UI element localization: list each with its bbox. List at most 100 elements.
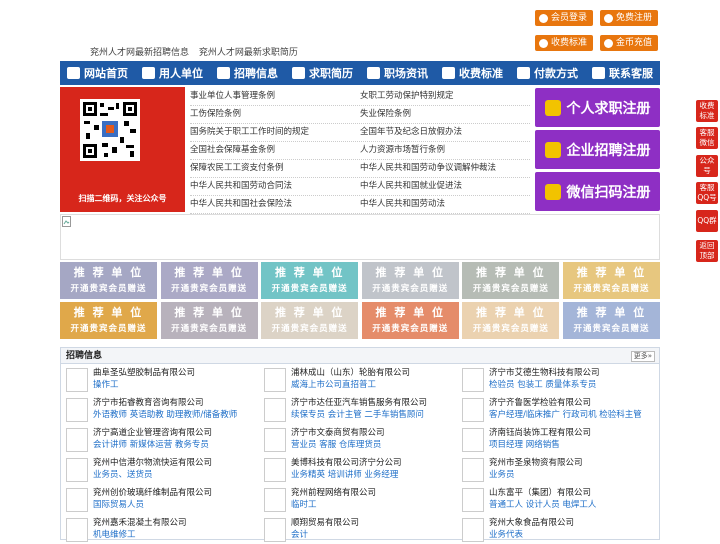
job-positions[interactable]: 业务员 (489, 469, 583, 481)
recommend-cell[interactable]: 推 荐 单 位开通贵宾会员赠送 (160, 302, 258, 339)
recommend-cell[interactable]: 推 荐 单 位开通贵宾会员赠送 (261, 302, 359, 339)
recharge-button[interactable]: 金币充值 (600, 35, 659, 51)
job-positions[interactable]: 营业员 客服 仓库理货员 (291, 439, 385, 451)
fees-button[interactable]: 收费标准 (535, 35, 594, 51)
job-positions[interactable]: 业务代表 (489, 529, 574, 541)
job-positions[interactable]: 续保专员 会计主管 二手车销售顾问 (291, 409, 427, 421)
recommend-cell[interactable]: 推 荐 单 位开通贵宾会员赠送 (361, 262, 459, 299)
company-name[interactable]: 济宁市拓睿教育咨询有限公司 (93, 397, 237, 409)
job-positions[interactable]: 检验员 包装工 质量体系专员 (489, 379, 600, 391)
company-logo[interactable] (264, 368, 286, 392)
law-link[interactable]: 人力资源市场暂行条例 (360, 142, 530, 159)
company-name[interactable]: 兖州市圣泉物资有限公司 (489, 457, 583, 469)
nav-item-7[interactable]: 联系客服 (585, 61, 660, 85)
recommend-cell[interactable]: 推 荐 单 位开通贵宾会员赠送 (562, 302, 660, 339)
company-logo[interactable] (462, 428, 484, 452)
company-logo[interactable] (462, 458, 484, 482)
law-link[interactable]: 女职工劳动保护特别规定 (360, 88, 530, 105)
law-link[interactable]: 中华人民共和国劳动合同法 (190, 178, 360, 195)
nav-item-6[interactable]: 付款方式 (510, 61, 585, 85)
company-logo[interactable] (462, 398, 484, 422)
company-name[interactable]: 济宁高道企业管理咨询有限公司 (93, 427, 212, 439)
law-link[interactable]: 工伤保险条例 (190, 106, 360, 123)
job-positions[interactable]: 威海上市公司直招普工 (291, 379, 410, 391)
company-name[interactable]: 济宁市艾德生物科技有限公司 (489, 367, 600, 379)
company-logo[interactable] (264, 428, 286, 452)
company-logo[interactable] (66, 428, 88, 452)
recommend-cell[interactable]: 推 荐 单 位开通贵宾会员赠送 (261, 262, 359, 299)
company-logo[interactable] (264, 488, 286, 512)
personal-register-button[interactable]: 个人求职注册 (535, 88, 660, 127)
job-positions[interactable]: 机电维修工 (93, 529, 187, 541)
job-positions[interactable]: 外语教师 英语助教 助理教师/储备教师 (93, 409, 237, 421)
company-name[interactable]: 美博科技有限公司济宁分公司 (291, 457, 402, 469)
company-name[interactable]: 济宁市达任亚汽车销售服务有限公司 (291, 397, 427, 409)
law-link[interactable]: 国务院关于职工工作时间的规定 (190, 124, 360, 141)
latest-resumes-link[interactable]: 兖州人才网最新求职简历 (199, 48, 298, 58)
recommend-cell[interactable]: 推 荐 单 位开通贵宾会员赠送 (160, 262, 258, 299)
job-positions[interactable]: 普通工人 设计人员 电焊工人 (489, 499, 596, 511)
law-link[interactable]: 中华人民共和国劳动争议调解仲裁法 (360, 160, 530, 177)
more-link[interactable]: 更多» (630, 351, 655, 362)
side-button-3[interactable]: 客服QQ号 (696, 182, 718, 204)
job-positions[interactable]: 国际贸易人员 (93, 499, 212, 511)
recommend-cell[interactable]: 推 荐 单 位开通贵宾会员赠送 (462, 302, 560, 339)
company-logo[interactable] (462, 368, 484, 392)
recommend-cell[interactable]: 推 荐 单 位开通贵宾会员赠送 (60, 262, 157, 299)
register-button[interactable]: 免费注册 (600, 10, 659, 26)
company-name[interactable]: 曲阜圣弘塑胶制品有限公司 (93, 367, 195, 379)
law-link[interactable]: 中华人民共和国劳动法 (360, 196, 530, 213)
job-positions[interactable]: 操作工 (93, 379, 195, 391)
company-name[interactable]: 济南钰尚装饰工程有限公司 (489, 427, 591, 439)
nav-item-4[interactable]: 职场资讯 (360, 61, 435, 85)
company-logo[interactable] (66, 398, 88, 422)
law-link[interactable]: 中华人民共和国就业促进法 (360, 178, 530, 195)
company-name[interactable]: 济宁齐鲁医学检验有限公司 (489, 397, 642, 409)
law-link[interactable]: 中华人民共和国社会保险法 (190, 196, 360, 213)
company-register-button[interactable]: 企业招聘注册 (535, 130, 660, 169)
job-positions[interactable]: 客户经理/临床推广 行政司机 检验科主管 (489, 409, 642, 421)
nav-item-3[interactable]: 求职简历 (285, 61, 360, 85)
company-logo[interactable] (66, 488, 88, 512)
company-logo[interactable] (462, 488, 484, 512)
company-name[interactable]: 兖州创价玻璃纤维制品有限公司 (93, 487, 212, 499)
company-name[interactable]: 浦林成山（山东）轮胎有限公司 (291, 367, 410, 379)
banner-image[interactable] (60, 214, 660, 260)
job-positions[interactable]: 业务精英 培训讲师 业务经理 (291, 469, 402, 481)
side-button-0[interactable]: 收费标准 (696, 100, 718, 122)
company-name[interactable]: 兖州大象食品有限公司 (489, 517, 574, 529)
nav-item-2[interactable]: 招聘信息 (210, 61, 285, 85)
law-link[interactable]: 全国社会保障基金条例 (190, 142, 360, 159)
company-logo[interactable] (66, 368, 88, 392)
company-name[interactable]: 兖州前程网络有限公司 (291, 487, 376, 499)
nav-item-5[interactable]: 收费标准 (435, 61, 510, 85)
company-logo[interactable] (66, 518, 88, 542)
recommend-cell[interactable]: 推 荐 单 位开通贵宾会员赠送 (562, 262, 660, 299)
job-positions[interactable]: 业务员、送货员 (93, 469, 212, 481)
side-button-1[interactable]: 客服微信 (696, 127, 718, 149)
recommend-cell[interactable]: 推 荐 单 位开通贵宾会员赠送 (361, 302, 459, 339)
company-logo[interactable] (264, 518, 286, 542)
wechat-register-button[interactable]: 微信扫码注册 (535, 172, 660, 211)
nav-item-1[interactable]: 用人单位 (135, 61, 210, 85)
company-logo[interactable] (66, 458, 88, 482)
company-logo[interactable] (462, 518, 484, 542)
login-button[interactable]: 会员登录 (535, 10, 594, 26)
company-name[interactable]: 济宁市文泰商贸有限公司 (291, 427, 385, 439)
side-button-2[interactable]: 公众号 (696, 155, 718, 177)
company-name[interactable]: 兖州嘉禾混凝土有限公司 (93, 517, 187, 529)
latest-jobs-link[interactable]: 兖州人才网最新招聘信息 (90, 48, 189, 58)
recommend-cell[interactable]: 推 荐 单 位开通贵宾会员赠送 (462, 262, 560, 299)
company-name[interactable]: 兖州中信港尔物流快运有限公司 (93, 457, 212, 469)
law-link[interactable]: 全国年节及纪念日放假办法 (360, 124, 530, 141)
job-positions[interactable]: 会计讲师 新媒体运营 教务专员 (93, 439, 212, 451)
nav-item-0[interactable]: 网站首页 (60, 61, 135, 85)
job-positions[interactable]: 临时工 (291, 499, 376, 511)
company-name[interactable]: 山东富平（集团）有限公司 (489, 487, 596, 499)
law-link[interactable]: 失业保险条例 (360, 106, 530, 123)
law-link[interactable]: 保障农民工工资支付条例 (190, 160, 360, 177)
side-button-5[interactable]: 返回顶部 (696, 240, 718, 262)
law-link[interactable]: 事业单位人事管理条例 (190, 88, 360, 105)
company-logo[interactable] (264, 398, 286, 422)
job-positions[interactable]: 项目经理 网络销售 (489, 439, 591, 451)
